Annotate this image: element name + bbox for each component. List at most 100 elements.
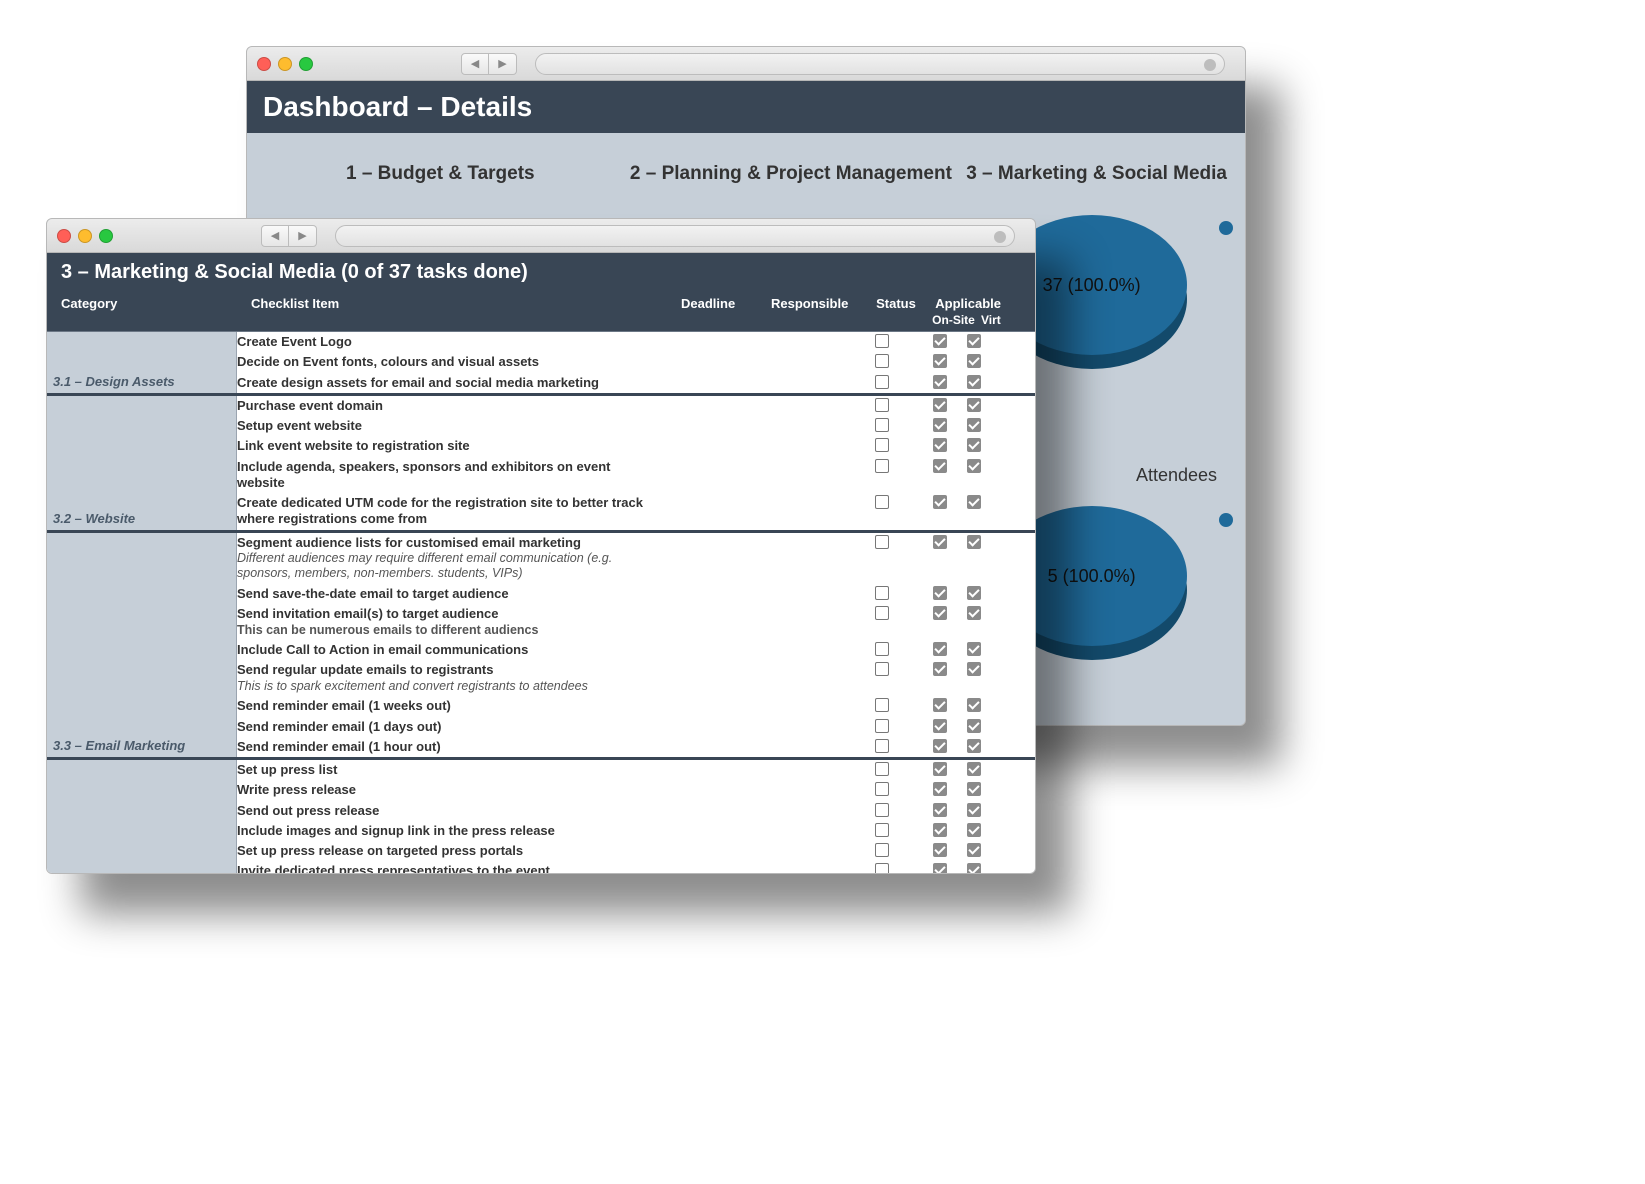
onsite-checkbox[interactable] — [933, 606, 947, 620]
nav-forward-button[interactable]: ▶ — [289, 225, 317, 247]
virtual-checkbox[interactable] — [967, 354, 981, 368]
status-checkbox[interactable] — [875, 418, 889, 432]
row-onsite-cell — [912, 662, 967, 676]
row-item-note: Different audiences may require differen… — [237, 551, 661, 582]
close-icon[interactable] — [57, 229, 71, 243]
virtual-checkbox[interactable] — [967, 459, 981, 473]
status-checkbox[interactable] — [875, 495, 889, 509]
virtual-checkbox[interactable] — [967, 438, 981, 452]
virtual-checkbox[interactable] — [967, 606, 981, 620]
header-applicable: Applicable — [926, 296, 1001, 311]
virtual-checkbox[interactable] — [967, 586, 981, 600]
row-virtual-cell — [967, 803, 992, 817]
row-virtual-cell — [967, 662, 992, 676]
onsite-checkbox[interactable] — [933, 459, 947, 473]
status-checkbox[interactable] — [875, 843, 889, 857]
onsite-checkbox[interactable] — [933, 334, 947, 348]
onsite-checkbox[interactable] — [933, 739, 947, 753]
row-virtual-cell — [967, 586, 992, 600]
row-onsite-cell — [912, 843, 967, 857]
virtual-checkbox[interactable] — [967, 334, 981, 348]
section-category: 3.3 – Email Marketing — [47, 533, 237, 758]
onsite-checkbox[interactable] — [933, 762, 947, 776]
close-icon[interactable] — [257, 57, 271, 71]
onsite-checkbox[interactable] — [933, 418, 947, 432]
minimize-icon[interactable] — [278, 57, 292, 71]
virtual-checkbox[interactable] — [967, 398, 981, 412]
virtual-checkbox[interactable] — [967, 719, 981, 733]
onsite-checkbox[interactable] — [933, 863, 947, 874]
header-item: Checklist Item — [251, 296, 681, 311]
onsite-checkbox[interactable] — [933, 823, 947, 837]
onsite-checkbox[interactable] — [933, 398, 947, 412]
virtual-checkbox[interactable] — [967, 803, 981, 817]
status-checkbox[interactable] — [875, 642, 889, 656]
onsite-checkbox[interactable] — [933, 354, 947, 368]
virtual-checkbox[interactable] — [967, 739, 981, 753]
status-checkbox[interactable] — [875, 398, 889, 412]
status-checkbox[interactable] — [875, 719, 889, 733]
onsite-checkbox[interactable] — [933, 782, 947, 796]
status-checkbox[interactable] — [875, 375, 889, 389]
status-checkbox[interactable] — [875, 586, 889, 600]
row-item-text: Segment audience lists for customised em… — [237, 535, 667, 583]
onsite-checkbox[interactable] — [933, 375, 947, 389]
onsite-checkbox[interactable] — [933, 843, 947, 857]
maximize-icon[interactable] — [299, 57, 313, 71]
onsite-checkbox[interactable] — [933, 535, 947, 549]
virtual-checkbox[interactable] — [967, 495, 981, 509]
status-checkbox[interactable] — [875, 354, 889, 368]
nav-back-button[interactable]: ◀ — [461, 53, 489, 75]
status-checkbox[interactable] — [875, 606, 889, 620]
virtual-checkbox[interactable] — [967, 782, 981, 796]
row-onsite-cell — [912, 459, 967, 473]
legend-bullet-icon — [1219, 221, 1233, 235]
virtual-checkbox[interactable] — [967, 662, 981, 676]
section-category: 3.4 – Press — [47, 760, 237, 874]
virtual-checkbox[interactable] — [967, 762, 981, 776]
status-checkbox[interactable] — [875, 662, 889, 676]
address-bar[interactable] — [535, 53, 1225, 75]
status-checkbox[interactable] — [875, 535, 889, 549]
onsite-checkbox[interactable] — [933, 642, 947, 656]
minimize-icon[interactable] — [78, 229, 92, 243]
status-checkbox[interactable] — [875, 739, 889, 753]
row-virtual-cell — [967, 843, 992, 857]
status-checkbox[interactable] — [875, 803, 889, 817]
status-checkbox[interactable] — [875, 863, 889, 874]
row-status-cell — [852, 438, 912, 452]
status-checkbox[interactable] — [875, 459, 889, 473]
virtual-checkbox[interactable] — [967, 375, 981, 389]
onsite-checkbox[interactable] — [933, 495, 947, 509]
onsite-checkbox[interactable] — [933, 438, 947, 452]
row-virtual-cell — [967, 782, 992, 796]
status-checkbox[interactable] — [875, 698, 889, 712]
virtual-checkbox[interactable] — [967, 863, 981, 874]
nav-forward-button[interactable]: ▶ — [489, 53, 517, 75]
row-onsite-cell — [912, 334, 967, 348]
status-checkbox[interactable] — [875, 438, 889, 452]
maximize-icon[interactable] — [99, 229, 113, 243]
onsite-checkbox[interactable] — [933, 719, 947, 733]
row-item-text: Invite dedicated press representatives t… — [237, 863, 667, 874]
row-item-text: Include images and signup link in the pr… — [237, 823, 667, 839]
row-item-text: Create Event Logo — [237, 334, 667, 350]
status-checkbox[interactable] — [875, 334, 889, 348]
virtual-checkbox[interactable] — [967, 698, 981, 712]
onsite-checkbox[interactable] — [933, 662, 947, 676]
virtual-checkbox[interactable] — [967, 418, 981, 432]
row-onsite-cell — [912, 823, 967, 837]
address-bar[interactable] — [335, 225, 1015, 247]
virtual-checkbox[interactable] — [967, 642, 981, 656]
onsite-checkbox[interactable] — [933, 698, 947, 712]
virtual-checkbox[interactable] — [967, 843, 981, 857]
status-checkbox[interactable] — [875, 762, 889, 776]
onsite-checkbox[interactable] — [933, 803, 947, 817]
nav-back-button[interactable]: ◀ — [261, 225, 289, 247]
table-row: Send regular update emails to registrant… — [237, 660, 1035, 696]
virtual-checkbox[interactable] — [967, 823, 981, 837]
onsite-checkbox[interactable] — [933, 586, 947, 600]
virtual-checkbox[interactable] — [967, 535, 981, 549]
status-checkbox[interactable] — [875, 782, 889, 796]
status-checkbox[interactable] — [875, 823, 889, 837]
